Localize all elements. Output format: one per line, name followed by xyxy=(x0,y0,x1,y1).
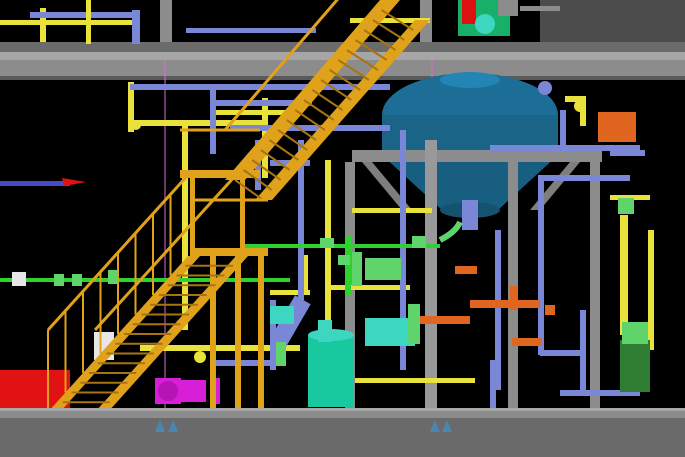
orange-instrument-box-icon xyxy=(598,112,636,142)
green-valve-icon xyxy=(352,252,362,286)
ground-slab xyxy=(0,408,685,457)
plant-model-canvas[interactable] xyxy=(0,0,685,457)
white-small-box xyxy=(12,272,26,286)
plant-3d-viewport[interactable] xyxy=(0,0,685,457)
